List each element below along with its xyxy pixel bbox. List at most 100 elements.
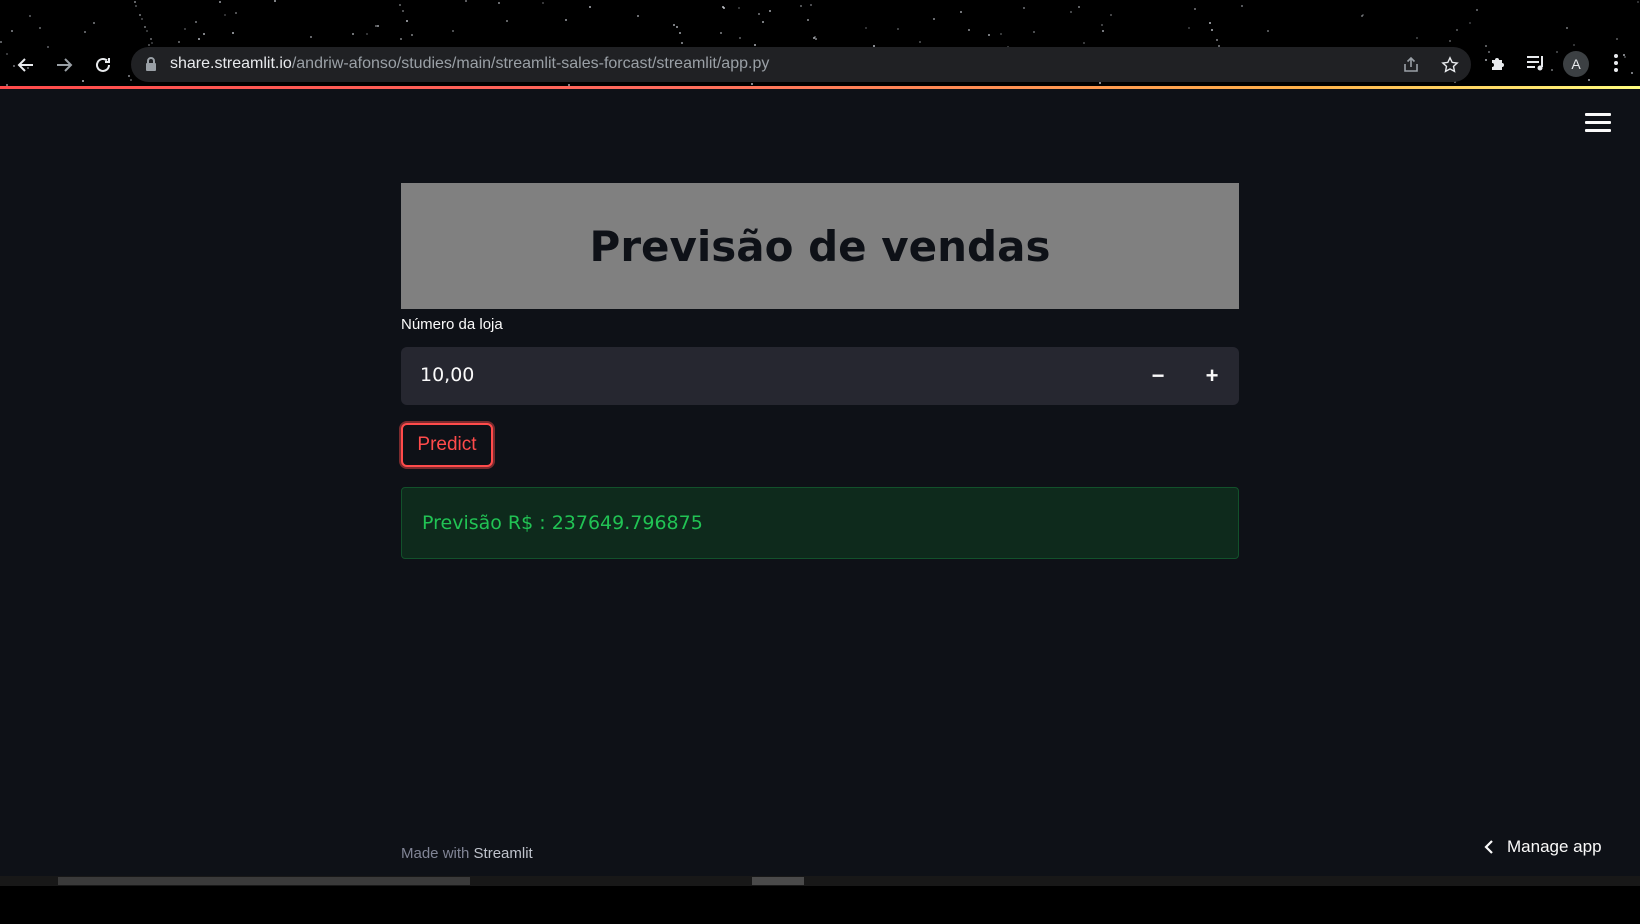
media-icon [1527,56,1543,71]
star-decoration [47,46,49,48]
star-decoration [0,41,2,43]
star-decoration [1637,1,1639,3]
reload-icon [96,57,110,72]
store-number-value[interactable]: 10,00 [420,364,474,386]
star-decoration [402,10,404,12]
hamburger-menu-icon[interactable] [1585,113,1611,135]
star-decoration [195,21,197,23]
footer: Made with Streamlit [401,845,533,862]
address-bar[interactable]: share.streamlit.io/andriw-afonso/studies… [131,47,1471,82]
star-decoration [11,30,13,32]
star-decoration [1551,69,1553,71]
star-decoration [681,42,683,44]
profile-avatar[interactable]: A [1563,51,1589,77]
star-decoration [93,22,95,24]
manage-app-button[interactable]: Manage app [1483,837,1602,857]
star-decoration [919,41,921,43]
url-path: /andriw-afonso/studies/main/streamlit-sa… [291,55,770,72]
star-decoration [128,75,130,77]
star-decoration [144,26,146,28]
star-decoration [203,33,205,35]
increment-button[interactable]: + [1185,347,1239,405]
store-number-label: Número da loja [401,316,503,333]
star-decoration [465,0,467,2]
star-decoration [800,5,802,7]
star-decoration [506,20,508,22]
star-decoration [758,13,760,15]
star-decoration [498,2,500,4]
star-decoration [139,14,141,16]
share-button[interactable] [1401,55,1421,75]
star-decoration [146,30,148,32]
star-decoration [1099,82,1101,84]
star-decoration [1070,11,1072,13]
star-decoration [1216,39,1218,41]
star-decoration [1449,40,1451,42]
star-decoration [1485,45,1487,47]
store-number-input[interactable]: 10,00 − + [401,347,1239,405]
star-decoration [762,21,764,23]
bookmark-button[interactable] [1440,55,1460,75]
star-icon [1441,56,1459,73]
star-decoration [1456,29,1458,31]
star-decoration [1469,22,1471,24]
star-decoration [377,25,379,27]
star-decoration [751,83,753,85]
star-decoration [1556,51,1558,53]
screen-bottom [0,886,1640,924]
prediction-result-text: Previsão R$ : 237649.796875 [422,512,703,534]
prediction-success-alert: Previsão R$ : 237649.796875 [401,487,1239,559]
star-decoration [542,2,544,4]
star-decoration [865,27,867,29]
star-decoration [720,32,722,34]
star-decoration [141,18,143,20]
extensions-button[interactable] [1486,51,1510,75]
star-decoration [1209,22,1211,24]
star-decoration [366,33,368,35]
star-decoration [310,36,312,38]
star-decoration [1023,7,1025,9]
star-decoration [352,33,354,35]
share-icon [1404,56,1418,72]
star-decoration [565,19,567,21]
url-host: share.streamlit.io [170,55,292,72]
star-decoration [968,29,970,31]
media-control-button[interactable] [1524,51,1548,75]
lock-icon [146,57,156,71]
streamlit-link[interactable]: Streamlit [474,845,533,862]
url-text: share.streamlit.io/andriw-afonso/studies… [170,55,769,73]
star-decoration [452,30,454,32]
title-banner: Previsão de vendas [401,183,1239,309]
star-decoration [1000,33,1002,35]
star-decoration [198,38,200,40]
star-decoration [82,80,84,82]
forward-button[interactable] [49,50,79,80]
star-decoration [411,34,413,36]
star-decoration [184,28,186,30]
star-decoration [815,38,817,40]
star-decoration [400,38,402,40]
forward-icon [57,58,73,72]
star-decoration [1101,24,1103,26]
menu-icon [1614,54,1618,72]
star-decoration [1588,79,1590,81]
star-decoration [1616,38,1618,40]
star-decoration [810,4,812,6]
predict-button[interactable]: Predict [401,423,493,467]
star-decoration [807,19,809,21]
decrement-button[interactable]: − [1131,347,1185,405]
star-decoration [151,42,153,44]
star-decoration [933,18,935,20]
star-decoration [1033,31,1035,33]
manage-app-label: Manage app [1507,837,1602,856]
reload-button[interactable] [88,50,118,80]
browser-menu-button[interactable] [1604,51,1628,75]
star-decoration [1573,44,1575,46]
horizontal-scrollbar[interactable] [0,876,1640,886]
star-decoration [1078,6,1080,8]
scrollbar-thumb[interactable] [752,877,804,885]
star-decoration [1188,27,1190,29]
back-button[interactable] [11,50,41,80]
star-decoration [769,10,771,12]
star-decoration [1110,14,1112,16]
